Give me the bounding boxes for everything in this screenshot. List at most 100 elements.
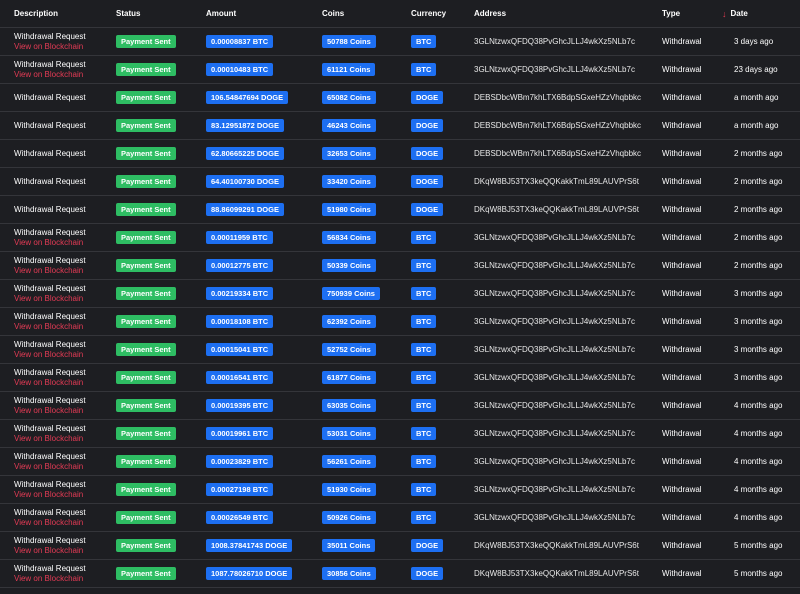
currency-badge: BTC bbox=[411, 343, 437, 356]
status-cell: Payment Sent bbox=[116, 280, 176, 307]
description-title: Withdrawal Request bbox=[14, 507, 86, 517]
coins-cell: 61121 Coins bbox=[322, 56, 376, 83]
address-cell: 3GLNtzwxQFDQ38PvGhcJLLJ4wkXz5NLb7c bbox=[474, 429, 635, 438]
description-cell: Withdrawal Request View on Blockchain bbox=[14, 392, 86, 419]
header-description[interactable]: Description bbox=[14, 9, 58, 18]
status-cell: Payment Sent bbox=[116, 420, 176, 447]
header-type[interactable]: Type bbox=[662, 9, 680, 18]
date-cell: 2 months ago bbox=[734, 261, 783, 270]
sort-arrow-down-icon[interactable]: ↓ bbox=[722, 9, 727, 18]
status-badge: Payment Sent bbox=[116, 119, 176, 132]
table-row: Withdrawal Request View on Blockchain Pa… bbox=[0, 308, 800, 336]
view-on-blockchain-link[interactable]: View on Blockchain bbox=[14, 238, 83, 248]
view-on-blockchain-link[interactable]: View on Blockchain bbox=[14, 266, 83, 276]
coins-cell: 52752 Coins bbox=[322, 336, 376, 363]
header-date-label: Date bbox=[730, 9, 748, 18]
view-on-blockchain-link[interactable]: View on Blockchain bbox=[14, 322, 83, 332]
amount-badge: 0.00012775 BTC bbox=[206, 259, 274, 272]
type-cell: Withdrawal bbox=[662, 121, 702, 130]
view-on-blockchain-link[interactable]: View on Blockchain bbox=[14, 378, 83, 388]
table-row: Withdrawal Request View on Blockchain Pa… bbox=[0, 392, 800, 420]
header-currency[interactable]: Currency bbox=[411, 9, 446, 18]
table-row: Withdrawal Request Payment Sent 83.12951… bbox=[0, 112, 800, 140]
amount-cell: 62.80665225 DOGE bbox=[206, 140, 284, 167]
coins-badge: 52752 Coins bbox=[322, 343, 376, 356]
table-row: Withdrawal Request View on Blockchain Pa… bbox=[0, 504, 800, 532]
coins-badge: 63035 Coins bbox=[322, 399, 376, 412]
view-on-blockchain-link[interactable]: View on Blockchain bbox=[14, 462, 83, 472]
amount-badge: 0.00016541 BTC bbox=[206, 371, 274, 384]
amount-badge: 106.54847694 DOGE bbox=[206, 91, 289, 104]
table-header: Description Status Amount Coins Currency… bbox=[0, 0, 800, 28]
description-title: Withdrawal Request bbox=[14, 176, 86, 186]
status-badge: Payment Sent bbox=[116, 427, 176, 440]
view-on-blockchain-link[interactable]: View on Blockchain bbox=[14, 42, 83, 52]
header-status[interactable]: Status bbox=[116, 9, 140, 18]
address-cell: DEBSDbcWBm7khLTX6BdpSGxeHZzVhqbbkc bbox=[474, 93, 642, 102]
date-cell: 4 months ago bbox=[734, 401, 783, 410]
currency-cell: BTC bbox=[411, 448, 437, 475]
description-cell: Withdrawal Request View on Blockchain bbox=[14, 28, 86, 55]
table-row: Withdrawal Request View on Blockchain Pa… bbox=[0, 56, 800, 84]
description-title: Withdrawal Request bbox=[14, 423, 86, 433]
currency-badge: DOGE bbox=[411, 175, 444, 188]
description-title: Withdrawal Request bbox=[14, 479, 86, 489]
description-cell: Withdrawal Request View on Blockchain bbox=[14, 504, 86, 531]
header-amount[interactable]: Amount bbox=[206, 9, 236, 18]
address-cell: 3GLNtzwxQFDQ38PvGhcJLLJ4wkXz5NLb7c bbox=[474, 65, 635, 74]
amount-cell: 0.00012775 BTC bbox=[206, 252, 274, 279]
currency-cell: DOGE bbox=[411, 532, 444, 559]
header-address[interactable]: Address bbox=[474, 9, 506, 18]
description-title: Withdrawal Request bbox=[14, 367, 86, 377]
type-cell: Withdrawal bbox=[662, 485, 702, 494]
header-coins[interactable]: Coins bbox=[322, 9, 344, 18]
description-title: Withdrawal Request bbox=[14, 120, 86, 130]
amount-badge: 0.00219334 BTC bbox=[206, 287, 274, 300]
table-row: Withdrawal Request Payment Sent 62.80665… bbox=[0, 140, 800, 168]
description-title: Withdrawal Request bbox=[14, 311, 86, 321]
view-on-blockchain-link[interactable]: View on Blockchain bbox=[14, 574, 83, 584]
view-on-blockchain-link[interactable]: View on Blockchain bbox=[14, 490, 83, 500]
view-on-blockchain-link[interactable]: View on Blockchain bbox=[14, 294, 83, 304]
address-cell: 3GLNtzwxQFDQ38PvGhcJLLJ4wkXz5NLb7c bbox=[474, 317, 635, 326]
view-on-blockchain-link[interactable]: View on Blockchain bbox=[14, 518, 83, 528]
coins-badge: 51930 Coins bbox=[322, 483, 376, 496]
view-on-blockchain-link[interactable]: View on Blockchain bbox=[14, 406, 83, 416]
coins-cell: 750939 Coins bbox=[322, 280, 380, 307]
address-cell: 3GLNtzwxQFDQ38PvGhcJLLJ4wkXz5NLb7c bbox=[474, 485, 635, 494]
amount-badge: 1008.37841743 DOGE bbox=[206, 539, 293, 552]
amount-cell: 83.12951872 DOGE bbox=[206, 112, 284, 139]
coins-cell: 63035 Coins bbox=[322, 392, 376, 419]
description-title: Withdrawal Request bbox=[14, 92, 86, 102]
currency-cell: BTC bbox=[411, 56, 437, 83]
status-badge: Payment Sent bbox=[116, 203, 176, 216]
type-cell: Withdrawal bbox=[662, 93, 702, 102]
view-on-blockchain-link[interactable]: View on Blockchain bbox=[14, 70, 83, 80]
date-cell: 3 days ago bbox=[734, 37, 774, 46]
currency-badge: BTC bbox=[411, 315, 437, 328]
view-on-blockchain-link[interactable]: View on Blockchain bbox=[14, 350, 83, 360]
currency-badge: BTC bbox=[411, 231, 437, 244]
amount-cell: 0.00019395 BTC bbox=[206, 392, 274, 419]
view-on-blockchain-link[interactable]: View on Blockchain bbox=[14, 434, 83, 444]
header-date[interactable]: ↓ Date bbox=[722, 9, 748, 18]
amount-cell: 0.00023829 BTC bbox=[206, 448, 274, 475]
date-cell: 2 months ago bbox=[734, 177, 783, 186]
date-cell: 3 months ago bbox=[734, 373, 783, 382]
currency-badge: DOGE bbox=[411, 91, 444, 104]
address-cell: 3GLNtzwxQFDQ38PvGhcJLLJ4wkXz5NLb7c bbox=[474, 37, 635, 46]
address-cell: DEBSDbcWBm7khLTX6BdpSGxeHZzVhqbbkc bbox=[474, 121, 642, 130]
address-cell: 3GLNtzwxQFDQ38PvGhcJLLJ4wkXz5NLb7c bbox=[474, 513, 635, 522]
type-cell: Withdrawal bbox=[662, 65, 702, 74]
date-cell: 4 months ago bbox=[734, 429, 783, 438]
type-cell: Withdrawal bbox=[662, 289, 702, 298]
amount-cell: 0.00008837 BTC bbox=[206, 28, 274, 55]
coins-badge: 46243 Coins bbox=[322, 119, 376, 132]
currency-cell: BTC bbox=[411, 28, 437, 55]
description-title: Withdrawal Request bbox=[14, 31, 86, 41]
view-on-blockchain-link[interactable]: View on Blockchain bbox=[14, 546, 83, 556]
status-cell: Payment Sent bbox=[116, 308, 176, 335]
coins-cell: 50339 Coins bbox=[322, 252, 376, 279]
date-cell: 23 days ago bbox=[734, 65, 778, 74]
type-cell: Withdrawal bbox=[662, 513, 702, 522]
